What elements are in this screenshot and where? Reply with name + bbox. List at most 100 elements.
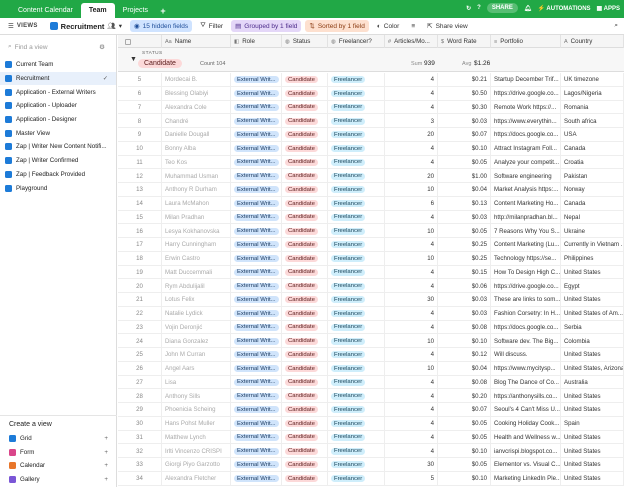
status-cell[interactable]: Candidate: [282, 471, 328, 486]
hide-fields-button[interactable]: ◉ 15 hidden fields: [129, 20, 193, 32]
group-header-row[interactable]: ▼ STATUS Candidate Count 104 Sum 939 Avg…: [118, 48, 624, 72]
name-cell[interactable]: Matthew Lynch: [162, 430, 231, 445]
portfolio-cell[interactable]: These are links to som...: [491, 293, 561, 307]
rate-cell[interactable]: $0.04: [438, 361, 491, 376]
notifications-icon[interactable]: 🔔︎: [524, 5, 532, 12]
name-cell[interactable]: Alexandra Cole: [162, 100, 231, 115]
name-cell[interactable]: Erwin Castro: [162, 251, 231, 266]
table-row[interactable]: 24 Diana Gonzalez External Writ... Candidat…: [118, 334, 624, 348]
portfolio-cell[interactable]: https://anthonysills.co...: [491, 389, 561, 403]
articles-cell[interactable]: 4: [385, 320, 438, 335]
column-header[interactable]: ◧ Role: [231, 35, 282, 48]
table-row[interactable]: 7 Alexandra Cole External Writ... Candidate…: [118, 100, 624, 115]
rate-cell[interactable]: $0.30: [438, 100, 491, 115]
row-height-button[interactable]: ≡: [407, 21, 419, 32]
articles-cell[interactable]: 10: [385, 251, 438, 266]
articles-cell[interactable]: 30: [385, 293, 438, 307]
table-row[interactable]: 34 Alexandra Fletcher External Writ... Cand…: [118, 471, 624, 486]
articles-cell[interactable]: 20: [385, 128, 438, 142]
role-cell[interactable]: External Writ...: [231, 471, 282, 486]
portfolio-cell[interactable]: ianvcrispi.blogspot.co...: [491, 444, 561, 458]
country-cell[interactable]: Norway: [561, 183, 624, 197]
column-header[interactable]: ◍ Status: [282, 35, 328, 48]
country-cell[interactable]: Philippines: [561, 251, 624, 266]
freelancer-cell[interactable]: Freelancer: [328, 416, 385, 431]
table-row[interactable]: 30 Hans Pohst Muller External Writ... Candi…: [118, 416, 624, 431]
table-row[interactable]: 21 Lotus Felix External Writ... Candidate Fr…: [118, 293, 624, 307]
articles-cell[interactable]: 5: [385, 471, 438, 486]
sidebar-view-item[interactable]: Current Team: [0, 58, 116, 72]
status-cell[interactable]: Candidate: [282, 128, 328, 142]
view-switcher[interactable]: Recruitment 👥︎ ▾: [46, 20, 126, 33]
name-cell[interactable]: Diana Gonzalez: [162, 334, 231, 348]
filter-button[interactable]: ⛛ Filter: [196, 20, 227, 32]
portfolio-cell[interactable]: Fashion Corsetry: In H...: [491, 306, 561, 321]
role-cell[interactable]: External Writ...: [231, 238, 282, 252]
country-cell[interactable]: United States: [561, 293, 624, 307]
country-cell[interactable]: Pakistan: [561, 169, 624, 183]
freelancer-cell[interactable]: Freelancer: [328, 334, 385, 348]
status-cell[interactable]: Candidate: [282, 293, 328, 307]
share-view-button[interactable]: ⇱ Share view: [423, 20, 472, 32]
name-cell[interactable]: Bonny Alba: [162, 141, 231, 156]
rate-cell[interactable]: $0.25: [438, 238, 491, 252]
table-tab[interactable]: Content Calendar: [10, 3, 81, 18]
country-cell[interactable]: USA: [561, 128, 624, 142]
portfolio-cell[interactable]: https://www.mycitysp...: [491, 361, 561, 376]
rate-cell[interactable]: $0.10: [438, 444, 491, 458]
table-row[interactable]: 31 Matthew Lynch External Writ... Candidate…: [118, 430, 624, 445]
table-row[interactable]: 17 Harry Cunningham External Writ... Candid…: [118, 238, 624, 252]
freelancer-cell[interactable]: Freelancer: [328, 238, 385, 252]
country-cell[interactable]: United States: [561, 430, 624, 445]
freelancer-cell[interactable]: Freelancer: [328, 279, 385, 293]
name-cell[interactable]: Phoenicia Scheing: [162, 403, 231, 417]
role-cell[interactable]: External Writ...: [231, 183, 282, 197]
freelancer-cell[interactable]: Freelancer: [328, 169, 385, 183]
table-row[interactable]: 9 Danielle Dougall External Writ... Candida…: [118, 128, 624, 142]
column-header[interactable]: A Country: [561, 35, 624, 48]
role-cell[interactable]: External Writ...: [231, 389, 282, 403]
create-view-form[interactable]: Form +: [0, 446, 117, 460]
portfolio-cell[interactable]: https://drive.google.co...: [491, 86, 561, 101]
articles-cell[interactable]: 10: [385, 224, 438, 238]
status-cell[interactable]: Candidate: [282, 141, 328, 156]
rate-cell[interactable]: $0.13: [438, 196, 491, 211]
rate-cell[interactable]: $0.03: [438, 306, 491, 321]
table-row[interactable]: 26 Angel Aars External Writ... Candidate Fre…: [118, 361, 624, 376]
group-button[interactable]: ▤ Grouped by 1 field: [231, 20, 302, 32]
table-row[interactable]: 18 Erwin Castro External Writ... Candidate F…: [118, 251, 624, 266]
role-cell[interactable]: External Writ...: [231, 155, 282, 170]
name-cell[interactable]: Lotus Felix: [162, 293, 231, 307]
portfolio-cell[interactable]: Startup December Trif...: [491, 73, 561, 87]
name-cell[interactable]: Lisa: [162, 375, 231, 390]
country-cell[interactable]: Lagos/Nigeria: [561, 86, 624, 101]
table-row[interactable]: 14 Laura McMahon External Writ... Candidate…: [118, 196, 624, 211]
rate-cell[interactable]: $0.05: [438, 458, 491, 472]
role-cell[interactable]: External Writ...: [231, 430, 282, 445]
articles-cell[interactable]: 10: [385, 183, 438, 197]
freelancer-cell[interactable]: Freelancer: [328, 196, 385, 211]
status-cell[interactable]: Candidate: [282, 73, 328, 87]
table-tab[interactable]: Team: [80, 3, 115, 18]
share-button[interactable]: SHARE: [486, 3, 518, 13]
country-cell[interactable]: UK timezone: [561, 73, 624, 87]
articles-cell[interactable]: 4: [385, 430, 438, 445]
role-cell[interactable]: External Writ...: [231, 458, 282, 472]
rate-cell[interactable]: $0.04: [438, 183, 491, 197]
country-cell[interactable]: Nepal: [561, 210, 624, 225]
table-row[interactable]: 29 Phoenicia Scheing External Writ... Candi…: [118, 403, 624, 417]
articles-cell[interactable]: 30: [385, 458, 438, 472]
freelancer-cell[interactable]: Freelancer: [328, 114, 385, 128]
freelancer-cell[interactable]: Freelancer: [328, 361, 385, 376]
articles-cell[interactable]: 4: [385, 416, 438, 431]
status-cell[interactable]: Candidate: [282, 416, 328, 431]
table-row[interactable]: 12 Muhammad Usman External Writ... Candidat…: [118, 169, 624, 183]
sidebar-view-item[interactable]: Zap | Writer Confirmed: [0, 154, 116, 168]
role-cell[interactable]: External Writ...: [231, 114, 282, 128]
sidebar-view-item[interactable]: Playground: [0, 181, 116, 195]
articles-cell[interactable]: 4: [385, 444, 438, 458]
portfolio-cell[interactable]: https://docs.google.co...: [491, 128, 561, 142]
freelancer-cell[interactable]: Freelancer: [328, 141, 385, 156]
table-row[interactable]: 15 Milan Pradhan External Writ... Candidate…: [118, 210, 624, 225]
table-row[interactable]: 13 Anthony R Durham External Writ... Candid…: [118, 183, 624, 197]
